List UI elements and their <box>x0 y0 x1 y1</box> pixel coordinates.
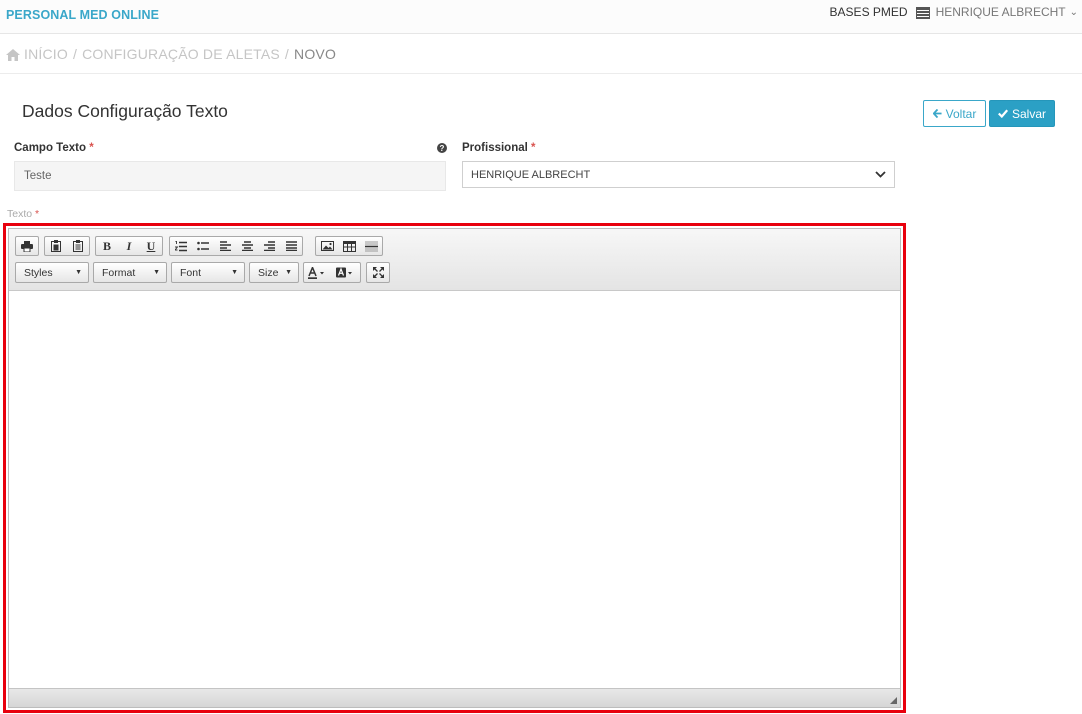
unordered-list-icon[interactable] <box>192 237 214 255</box>
caret-down-icon: ▼ <box>231 269 238 276</box>
salvar-label: Salvar <box>1011 106 1046 121</box>
toolbar-group-paragraph <box>169 236 303 256</box>
toolbar-group-formatting: B I U <box>95 236 163 256</box>
align-right-icon[interactable] <box>258 237 280 255</box>
image-icon[interactable] <box>316 237 338 255</box>
profissional-label-text: Profissional <box>462 142 528 154</box>
campo-texto-label: Campo Texto * <box>14 142 94 154</box>
breadcrumb: INÍCIO / CONFIGURAÇÃO DE ALETAS / NOVO <box>6 46 336 62</box>
database-icon[interactable] <box>915 7 930 19</box>
toolbar-group-view <box>366 262 390 283</box>
font-combo[interactable]: Font ▼ <box>171 262 245 283</box>
user-name: HENRIQUE ALBRECHT <box>935 5 1066 19</box>
font-combo-label: Font <box>180 266 202 279</box>
profissional-select[interactable]: HENRIQUE ALBRECHT <box>462 161 895 188</box>
size-combo-label: Size <box>258 266 279 279</box>
resize-handle-icon[interactable] <box>890 697 897 704</box>
top-navbar: PERSONAL MED ONLINE BASES PMED HENRIQUE … <box>0 0 1082 34</box>
divider <box>0 73 1082 74</box>
breadcrumb-current: NOVO <box>294 46 337 62</box>
toolbar-group-colors <box>303 262 361 283</box>
styles-combo[interactable]: Styles ▼ <box>15 262 89 283</box>
align-center-icon[interactable] <box>236 237 258 255</box>
caret-down-icon: ▼ <box>153 269 160 276</box>
toolbar-group-insert <box>315 236 383 256</box>
chevron-down-icon: ⌄ <box>1069 6 1078 18</box>
editor-statusbar <box>9 688 900 707</box>
texto-label-text: Texto <box>7 208 33 220</box>
profissional-label: Profissional * <box>462 142 536 154</box>
align-justify-icon[interactable] <box>280 237 302 255</box>
horizontal-rule-icon[interactable] <box>360 237 382 255</box>
bold-icon[interactable]: B <box>96 237 118 255</box>
required-mark: * <box>35 208 40 220</box>
maximize-icon[interactable] <box>367 264 389 282</box>
profissional-selected-value: HENRIQUE ALBRECHT <box>471 168 591 181</box>
check-icon <box>998 109 1008 118</box>
rich-text-editor: B I U Styles ▼ Format ▼ Font ▼ Size ▼ <box>8 228 901 708</box>
format-combo[interactable]: Format ▼ <box>93 262 167 283</box>
texto-label: Texto * <box>7 208 39 220</box>
user-menu[interactable]: HENRIQUE ALBRECHT ⌄ <box>936 5 1078 19</box>
chevron-down-icon <box>875 171 886 178</box>
italic-icon[interactable]: I <box>118 237 140 255</box>
breadcrumb-separator: / <box>284 46 290 62</box>
editor-highlight-frame: B I U Styles ▼ Format ▼ Font ▼ Size ▼ <box>3 223 906 713</box>
caret-down-icon: ▼ <box>75 269 82 276</box>
form-title: Dados Configuração Texto <box>22 101 228 121</box>
required-mark: * <box>531 142 536 154</box>
table-icon[interactable] <box>338 237 360 255</box>
ordered-list-icon[interactable] <box>170 237 192 255</box>
caret-down-icon: ▼ <box>285 269 292 276</box>
print-icon[interactable] <box>16 237 38 255</box>
campo-texto-label-text: Campo Texto <box>14 142 86 154</box>
home-icon[interactable] <box>6 49 20 61</box>
toolbar-group-clipboard <box>44 236 90 256</box>
text-color-icon[interactable] <box>304 264 332 282</box>
paste-text-icon[interactable] <box>67 237 89 255</box>
voltar-label: Voltar <box>945 106 977 121</box>
breadcrumb-section[interactable]: CONFIGURAÇÃO DE ALETAS <box>82 46 280 62</box>
paste-icon[interactable] <box>45 237 67 255</box>
breadcrumb-separator: / <box>72 46 78 62</box>
voltar-button[interactable]: Voltar <box>923 100 986 127</box>
toolbar-group-print <box>15 236 39 256</box>
editor-toolbar: B I U Styles ▼ Format ▼ Font ▼ Size ▼ <box>9 229 900 291</box>
bases-pmed-link[interactable]: BASES PMED <box>830 5 908 19</box>
editor-content-area[interactable] <box>9 292 900 690</box>
question-circle-icon[interactable]: ? <box>437 143 447 153</box>
underline-icon[interactable]: U <box>140 237 162 255</box>
arrow-left-icon <box>932 109 942 118</box>
align-left-icon[interactable] <box>214 237 236 255</box>
salvar-button[interactable]: Salvar <box>989 100 1055 127</box>
format-combo-label: Format <box>102 266 136 279</box>
top-right-menu: BASES PMED HENRIQUE ALBRECHT ⌄ <box>830 5 1078 19</box>
styles-combo-label: Styles <box>24 266 53 279</box>
campo-texto-input[interactable]: Teste <box>14 161 446 191</box>
background-color-icon[interactable] <box>332 264 360 282</box>
required-mark: * <box>89 142 94 154</box>
breadcrumb-home[interactable]: INÍCIO <box>24 46 68 62</box>
size-combo[interactable]: Size ▼ <box>249 262 299 283</box>
brand-logo-text[interactable]: PERSONAL MED ONLINE <box>6 8 159 22</box>
